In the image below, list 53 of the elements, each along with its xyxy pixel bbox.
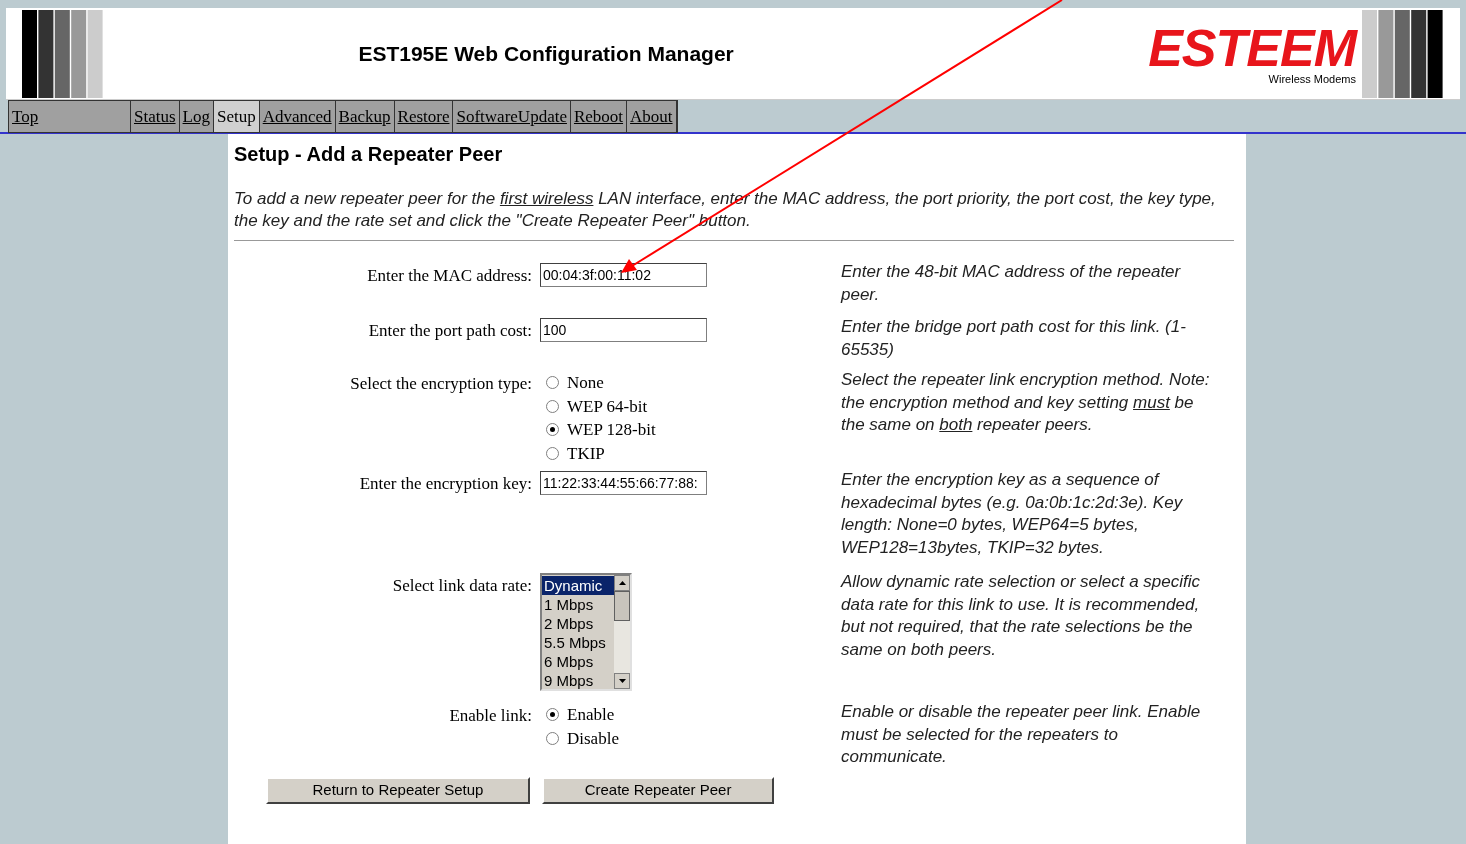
option-label: Disable: [567, 727, 619, 750]
rate-listbox[interactable]: Dynamic 1 Mbps 2 Mbps 5.5 Mbps 6 Mbps 9 Mbps: [540, 573, 632, 691]
radio-button[interactable]: [546, 399, 559, 413]
help-text: Allow dynamic rate selection or select a specific data rate for this link to use. It is recommended, but not required, that the rate selections be the same on both peers.: [841, 571, 1202, 661]
help-text: Enable or disable the repeater peer link. Enable must be selected for the repeaters to communicate.: [841, 701, 1202, 768]
text-field[interactable]: 11:22:33:44:55:66:77:88:: [540, 471, 707, 495]
field-label: Select link data rate:: [391, 575, 532, 597]
help-text: Enter the 48-bit MAC address of the repeater peer.: [841, 261, 1182, 306]
nav-tab[interactable]: Advanced: [259, 101, 336, 132]
scrollbar[interactable]: [614, 575, 630, 689]
nav-tab[interactable]: About: [627, 101, 677, 132]
page-header-title: EST195E Web Configuration Manager: [357, 40, 735, 67]
scroll-up-icon[interactable]: [614, 575, 630, 591]
scroll-thumb[interactable]: [614, 591, 630, 621]
radio-button[interactable]: [546, 376, 559, 390]
form-button[interactable]: Return to Repeater Setup: [266, 776, 530, 804]
nav-tab[interactable]: Log: [179, 101, 214, 132]
option-label: None: [567, 372, 604, 394]
nav-tab[interactable]: SoftwareUpdate: [453, 101, 571, 132]
option-label: TKIP: [567, 442, 605, 465]
list-option[interactable]: 6 Mbps: [542, 652, 614, 671]
help-text: Select the repeater link encryption method. Note: the encryption method and key setting must be the same on both repeater peers.: [841, 369, 1211, 436]
radio-button[interactable]: [546, 708, 559, 722]
list-option[interactable]: 5.5 Mbps: [542, 633, 614, 652]
field-label: Enter the encryption key:: [358, 473, 532, 495]
text-field[interactable]: 00:04:3f:00:11:02: [540, 263, 707, 287]
radio-button[interactable]: [546, 423, 559, 437]
list-option[interactable]: 1 Mbps: [542, 595, 614, 614]
option-label: Enable: [567, 704, 615, 726]
scroll-down-icon[interactable]: [614, 673, 630, 689]
field-label: Enter the MAC address:: [366, 265, 532, 287]
nav-tab[interactable]: Backup: [335, 101, 395, 132]
help-text: Enter the bridge port path cost for this link. (1-65535): [841, 316, 1187, 361]
radio-button[interactable]: [546, 446, 559, 460]
nav-tab[interactable]: Status: [131, 101, 180, 132]
field-label: Select the encryption type:: [349, 373, 532, 395]
option-label: WEP 64-bit: [567, 395, 648, 418]
list-option[interactable]: 2 Mbps: [542, 614, 614, 633]
help-text: Enter the encryption key as a sequence of hexadecimal bytes (e.g. 0a:0b:1c:2d:3e). Key length: None=0 bytes, WEP64=5 bytes, WEP128=13bytes, TKIP=32 bytes.: [841, 469, 1184, 559]
radio-button[interactable]: [546, 731, 559, 745]
nav-tab[interactable]: Top: [9, 101, 131, 132]
page-title: Setup - Add a Repeater Peer: [234, 142, 504, 166]
nav-tab[interactable]: Setup: [213, 101, 260, 132]
list-option[interactable]: 9 Mbps: [542, 671, 614, 690]
option-label: WEP 128-bit: [567, 419, 656, 441]
nav-tab[interactable]: Restore: [394, 101, 454, 132]
field-label: Enable link:: [448, 705, 532, 727]
field-label: Enter the port path cost:: [367, 320, 532, 342]
list-option[interactable]: Dynamic: [542, 576, 614, 595]
nav-tab[interactable]: Reboot: [570, 101, 628, 132]
form-button[interactable]: Create Repeater Peer: [542, 776, 774, 804]
text-field[interactable]: 100: [540, 318, 707, 342]
brand-logo: ESTEEM Wireless Modems: [1148, 22, 1356, 85]
